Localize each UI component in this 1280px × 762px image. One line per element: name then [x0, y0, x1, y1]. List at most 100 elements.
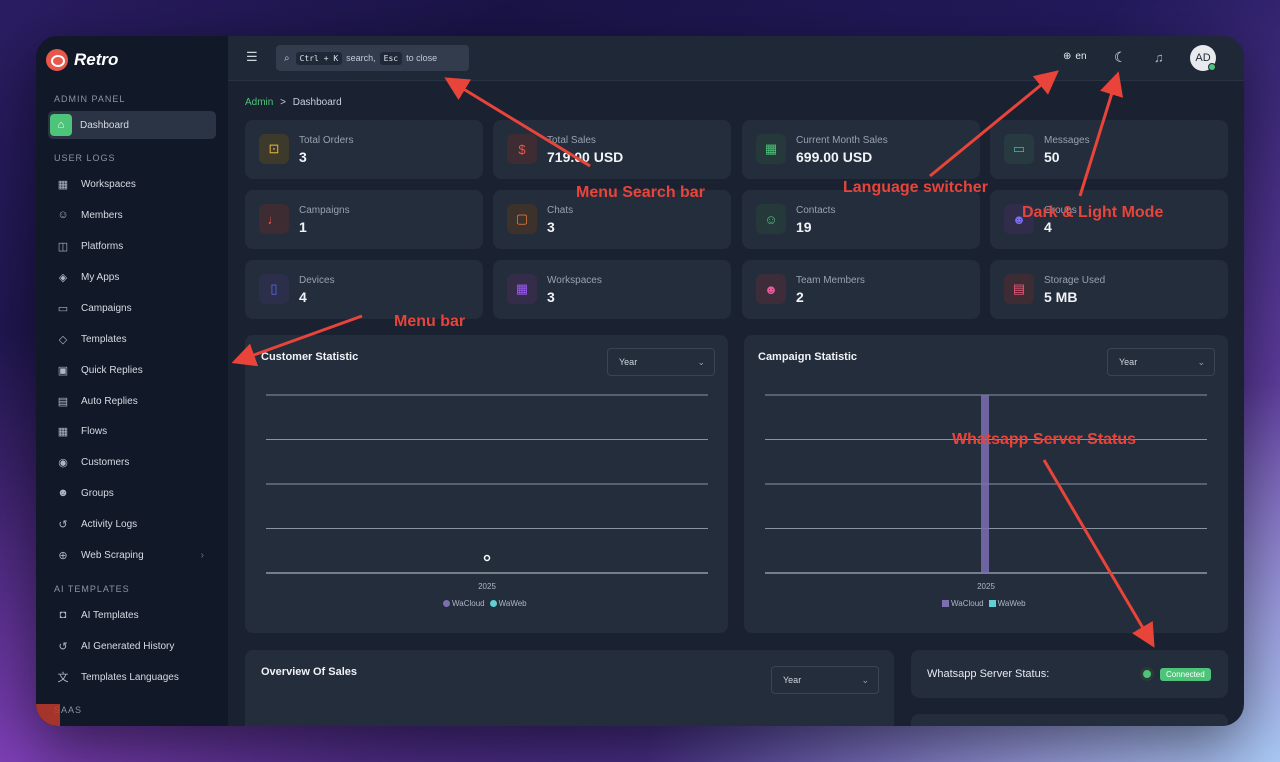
sidebar-item-templates-languages[interactable]: 文 Templates Languages	[48, 663, 216, 691]
sidebar-item-groups[interactable]: ☻ Groups	[48, 479, 216, 507]
stat-card-team-members: ☻ Team Members 2	[742, 260, 980, 319]
cart-icon: ⊡	[259, 134, 289, 164]
shortcut-key: Ctrl + K	[295, 51, 343, 65]
breadcrumb-root[interactable]: Admin	[245, 97, 273, 108]
stat-label: Contacts	[796, 205, 836, 216]
search-hint: to close	[406, 53, 438, 63]
grid-icon: ▦	[57, 178, 69, 191]
legend-item[interactable]: WaWeb	[489, 599, 527, 608]
status-badge: Connected	[1160, 668, 1211, 681]
laravel-icon	[36, 704, 60, 726]
moon-icon[interactable]: ☾	[1114, 49, 1127, 66]
flow-icon: ▦	[57, 425, 69, 438]
stat-value: 5 MB	[1044, 289, 1078, 305]
sidebar-item-customers[interactable]: ◉ Customers	[48, 448, 216, 476]
legend-item[interactable]: WaCloud	[942, 599, 984, 608]
stat-value: 3	[547, 289, 555, 305]
sidebar-item-label: Campaigns	[81, 302, 132, 314]
sidebar-item-flows[interactable]: ▦ Flows	[48, 417, 216, 445]
customer-chart: 2025	[266, 394, 708, 591]
globe-icon: ⊕	[1063, 51, 1072, 62]
app-window: Retro ADMIN PANEL ⌂ Dashboard USER LOGS …	[36, 36, 1244, 726]
chart-legend: WaCloud WaWeb	[443, 599, 527, 608]
sidebar-item-label: AI Generated History	[81, 640, 175, 652]
sidebar: Retro ADMIN PANEL ⌂ Dashboard USER LOGS …	[36, 36, 228, 726]
stat-value: 50	[1044, 149, 1060, 165]
grid-icon: ▦	[507, 274, 537, 304]
stat-card-devices: ▯ Devices 4	[245, 260, 483, 319]
sidebar-item-label: AI Templates	[81, 609, 139, 621]
history-icon: ↺	[58, 640, 68, 653]
sidebar-item-label: Templates	[81, 333, 127, 345]
bell-icon[interactable]: ♫	[1154, 50, 1164, 65]
stat-label: Campaigns	[299, 205, 350, 216]
annotation-language: Language switcher	[843, 179, 988, 196]
period-select[interactable]: Year ⌄	[771, 666, 879, 694]
chat-icon: ▢	[507, 204, 537, 234]
customer-statistic-panel: Customer Statistic Year ⌄ 2025 WaCloud W…	[245, 335, 728, 633]
avatar[interactable]: AD	[1190, 45, 1216, 71]
overview-of-sales-panel: Overview Of Sales Year ⌄	[245, 650, 894, 726]
sidebar-item-label: Templates Languages	[81, 671, 179, 683]
stat-label: Chats	[547, 205, 574, 216]
stat-value: 4	[299, 289, 307, 305]
sidebar-item-quick-replies[interactable]: ▣ Quick Replies	[48, 356, 216, 384]
stat-card-storage-used: ▤ Storage Used 5 MB	[990, 260, 1228, 319]
panel-title: Overview Of Sales	[261, 666, 357, 678]
sidebar-item-label: Dashboard	[80, 119, 129, 131]
menu-toggle-icon[interactable]: ☰	[246, 50, 258, 63]
phone-icon: ▯	[259, 274, 289, 304]
x-tick-label: 2025	[977, 582, 995, 591]
stat-card-messages: ▭ Messages 50	[990, 120, 1228, 179]
user-icon: ☺	[57, 209, 69, 221]
logo-icon	[46, 49, 68, 71]
sidebar-item-workspaces[interactable]: ▦ Workspaces	[48, 170, 216, 198]
stat-card-current-month-sales: ▦ Current Month Sales 699.00 USD	[742, 120, 980, 179]
app-name: Retro	[74, 50, 119, 69]
sidebar-item-templates[interactable]: ◇ Templates	[48, 325, 216, 353]
sidebar-item-my-apps[interactable]: ◈ My Apps	[48, 263, 216, 291]
sidebar-item-campaigns[interactable]: ▭ Campaigns	[48, 294, 216, 322]
language-switcher[interactable]: ⊕ en	[1063, 51, 1087, 62]
legend-item[interactable]: WaCloud	[443, 599, 485, 608]
sidebar-item-members[interactable]: ☺ Members	[48, 201, 216, 229]
apps-icon: ◈	[58, 271, 68, 284]
language-code: en	[1075, 51, 1087, 62]
stat-label: Total Sales	[547, 135, 596, 146]
sidebar-item-auto-replies[interactable]: ▤ Auto Replies	[48, 387, 216, 415]
logo[interactable]: Retro	[46, 48, 118, 72]
sidebar-item-web-scraping[interactable]: ⊕ Web Scraping ›	[48, 541, 216, 569]
sidebar-item-label: Members	[81, 209, 123, 221]
sidebar-item-ai-generated-history[interactable]: ↺ AI Generated History	[48, 632, 216, 660]
search-hint: search,	[346, 53, 376, 63]
stat-label: Total Orders	[299, 135, 354, 146]
sidebar-item-ai-templates[interactable]: ◘ AI Templates	[48, 601, 216, 629]
stat-card-total-sales: $ Total Sales 719.00 USD	[493, 120, 731, 179]
search-icon: ⌕	[284, 52, 290, 64]
sidebar-item-label: Web Scraping	[81, 549, 144, 561]
message-icon: ▭	[1004, 134, 1034, 164]
breadcrumb: Admin > Dashboard	[245, 97, 342, 108]
legend-item[interactable]: WaWeb	[988, 599, 1026, 608]
stat-value: 719.00 USD	[547, 149, 624, 165]
sidebar-item-label: Quick Replies	[81, 364, 143, 376]
bar-wacloud	[981, 395, 989, 573]
search-input[interactable]: ⌕ Ctrl + K search, Esc to close	[276, 45, 469, 71]
translate-icon: 文	[57, 672, 69, 684]
annotation-search: Menu Search bar	[576, 184, 705, 201]
sidebar-item-platforms[interactable]: ◫ Platforms	[48, 232, 216, 260]
annotation-theme: Dark & Light Mode	[1022, 204, 1164, 221]
server-status-label: Whatsapp Server Status:	[927, 668, 1050, 680]
data-point	[483, 554, 491, 562]
stat-label: Team Members	[796, 275, 865, 286]
dollar-icon: $	[507, 134, 537, 164]
sidebar-item-label: Workspaces	[81, 178, 136, 190]
auto-reply-icon: ▤	[57, 395, 69, 408]
sidebar-item-activity-logs[interactable]: ↺ Activity Logs	[48, 510, 216, 538]
team-icon: ☻	[756, 274, 786, 304]
online-indicator	[1208, 63, 1216, 71]
globe-icon: ⊕	[58, 549, 68, 562]
avatar-initials: AD	[1195, 52, 1211, 64]
customer-icon: ◉	[58, 456, 68, 469]
sidebar-item-dashboard[interactable]: ⌂ Dashboard	[48, 111, 216, 139]
